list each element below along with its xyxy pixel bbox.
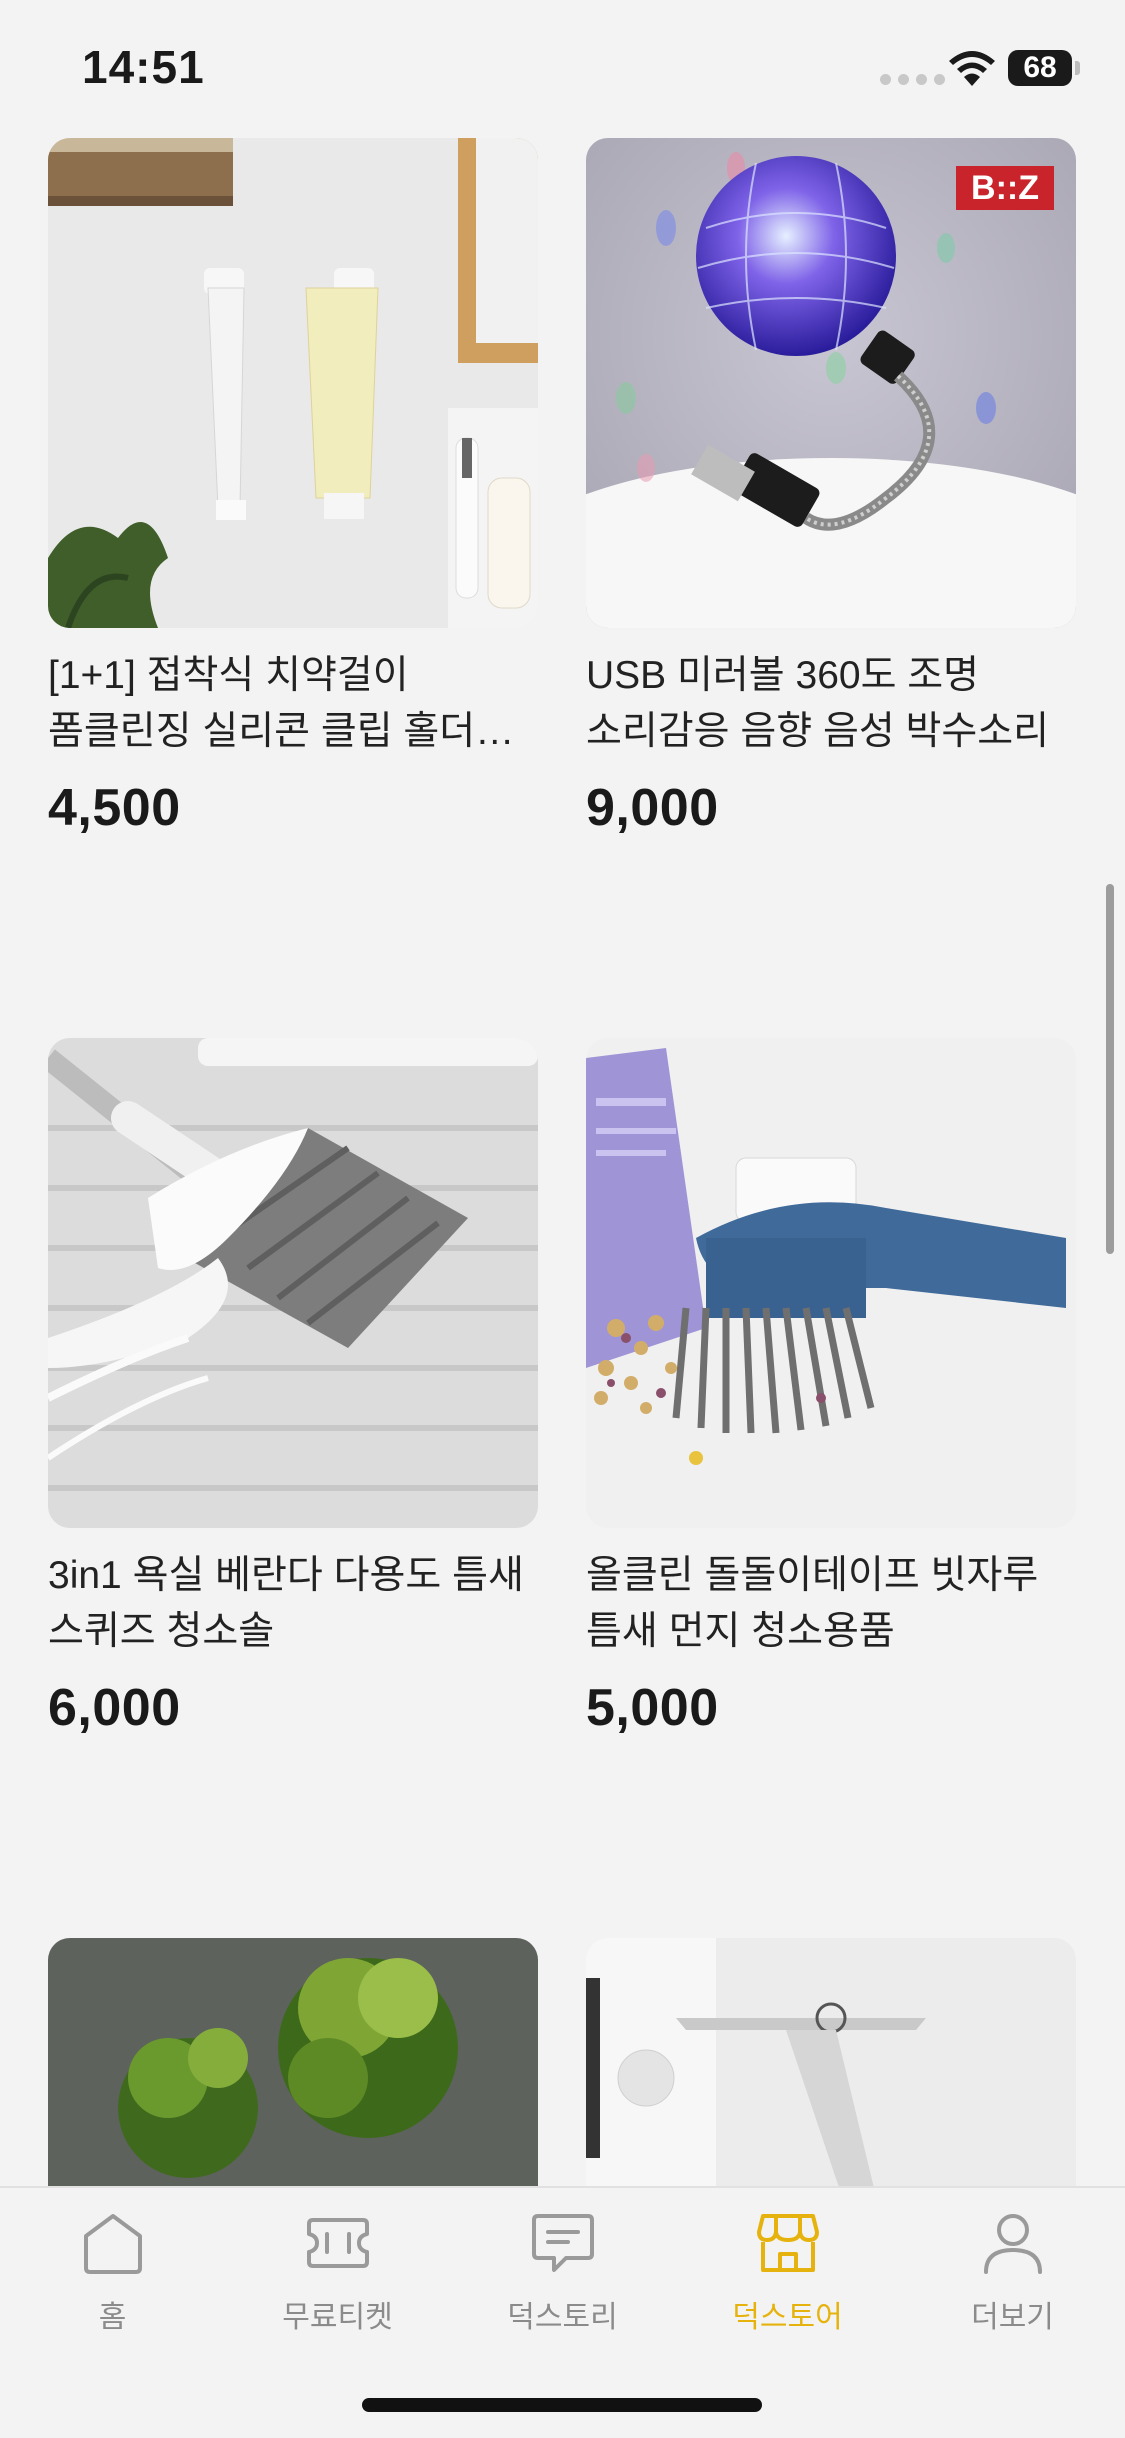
product-price: 4,500 xyxy=(48,779,181,837)
wifi-icon xyxy=(949,51,995,86)
tab-more[interactable]: 더보기 xyxy=(900,2208,1125,2336)
tab-label: 덕스토리 xyxy=(507,2301,618,2334)
product-card[interactable]: B::Z USB 미러볼 360도 조명 소리감응 음향 음성 박수소리 9,0… xyxy=(586,138,1076,838)
product-image-toothpaste-holder[interactable] xyxy=(48,138,538,628)
brand-badge: B::Z xyxy=(971,169,1039,207)
status-time: 14:51 xyxy=(82,41,205,93)
product-price: 6,000 xyxy=(48,1679,181,1737)
product-card[interactable] xyxy=(586,1938,1076,2186)
tab-label: 홈 xyxy=(98,2301,127,2334)
product-image-usb-mirrorball[interactable]: B::Z xyxy=(586,138,1076,628)
product-image-squeegee-brush[interactable] xyxy=(48,1038,538,1528)
product-price: 5,000 xyxy=(586,1679,719,1737)
tab-label: 덕스토어 xyxy=(732,2301,843,2334)
product-card[interactable]: 올클린 돌돌이테이프 빗자루 틈새 먼지 청소용품 5,000 xyxy=(586,1038,1076,1738)
chat-bubble-icon xyxy=(531,2214,594,2272)
battery-icon: 68 xyxy=(1008,50,1072,86)
product-image-pine-plant[interactable] xyxy=(48,1938,538,2186)
product-title[interactable]: [1+1] 접착식 치약걸이 폼클린징 실리콘 클립 홀더 걸이 xyxy=(48,648,538,760)
tab-duckstory[interactable]: 덕스토리 xyxy=(450,2208,675,2336)
person-icon xyxy=(983,2214,1042,2274)
battery-cap xyxy=(1075,61,1080,75)
product-title[interactable]: 올클린 돌돌이테이프 빗자루 틈새 먼지 청소용품 xyxy=(586,1548,1076,1660)
status-bar: 14:51 68 xyxy=(0,0,1125,135)
tab-free-ticket[interactable]: 무료티켓 xyxy=(225,2208,450,2336)
product-price: 9,000 xyxy=(586,779,719,837)
tab-label: 무료티켓 xyxy=(282,2301,393,2334)
product-image-lint-roller-broom[interactable] xyxy=(586,1038,1076,1528)
tab-duckstore[interactable]: 덕스토어 xyxy=(675,2208,900,2336)
cellular-signal-icon xyxy=(880,74,945,85)
product-image-desk-lamp[interactable] xyxy=(586,1938,1076,2186)
ticket-icon xyxy=(306,2218,369,2268)
tab-home[interactable]: 홈 xyxy=(0,2208,225,2336)
home-indicator[interactable] xyxy=(362,2398,762,2412)
product-card[interactable]: [1+1] 접착식 치약걸이 폼클린징 실리콘 클립 홀더 걸이 4,500 xyxy=(48,138,538,838)
product-title[interactable]: 3in1 욕실 베란다 다용도 틈새 스퀴즈 청소솔 xyxy=(48,1548,538,1660)
product-grid: [1+1] 접착식 치약걸이 폼클린징 실리콘 클립 홀더 걸이 4,500 xyxy=(0,0,1125,2186)
store-icon xyxy=(756,2214,819,2272)
product-card[interactable] xyxy=(48,1938,538,2186)
product-card[interactable]: 3in1 욕실 베란다 다용도 틈새 스퀴즈 청소솔 6,000 xyxy=(48,1038,538,1738)
home-icon xyxy=(83,2214,142,2274)
product-title[interactable]: USB 미러볼 360도 조명 소리감응 음향 음성 박수소리 xyxy=(586,648,1076,760)
scroll-indicator[interactable] xyxy=(1106,884,1114,1254)
tab-label: 더보기 xyxy=(971,2301,1054,2334)
